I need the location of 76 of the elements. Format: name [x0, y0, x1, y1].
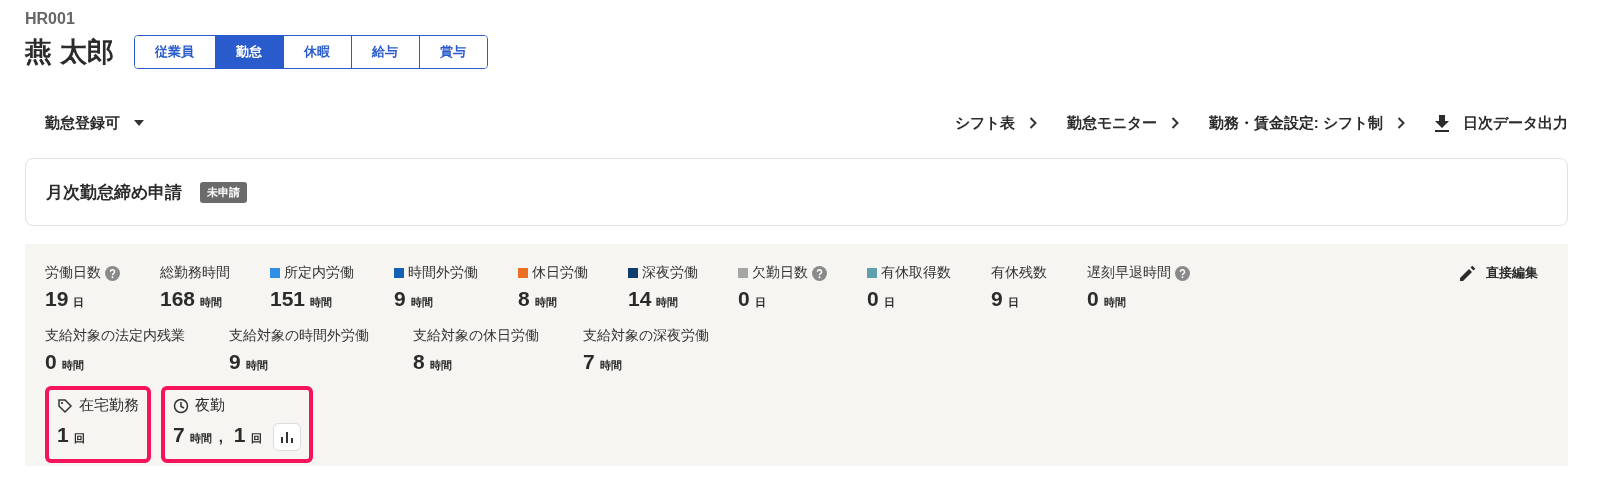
stat-unit: 時間 [189, 431, 212, 446]
stat-unit: 日 [73, 295, 85, 310]
nav-link[interactable]: 勤怠モニター [1066, 113, 1179, 133]
stat-label: 支給対象の休日労働 [413, 327, 539, 345]
stat-value: 8 [518, 287, 530, 311]
stat-value: 8 [413, 350, 425, 374]
edit-button[interactable]: 直接編集 [1460, 264, 1538, 282]
stat-unit: 時間 [245, 358, 268, 373]
help-icon[interactable] [105, 265, 120, 281]
chevron-right-icon [1028, 117, 1037, 129]
tab[interactable]: 勤怠 [214, 36, 283, 68]
bar-chart-icon [280, 431, 293, 443]
stat-unit: 時間 [656, 295, 679, 310]
tag-icon [57, 397, 73, 414]
stat-unit: 回 [73, 431, 85, 446]
stat-value: 19 [45, 287, 69, 311]
employee-code: HR001 [25, 10, 76, 28]
stat-value: 1 [233, 423, 246, 447]
help-icon[interactable] [1175, 265, 1190, 281]
stat-label: 総勤務時間 [160, 264, 230, 282]
stat-unit: 時間 [410, 295, 433, 310]
nav-link[interactable]: 勤務・賃金設定: シフト制 [1208, 113, 1405, 133]
stat-unit: 時間 [310, 295, 333, 310]
stat-label: 支給対象の深夜労働 [583, 327, 709, 345]
download-button[interactable]: 日次データ出力 [1435, 113, 1568, 133]
stat-value: 0 [1087, 287, 1099, 311]
chevron-right-icon [1170, 117, 1179, 129]
stat-unit: 時間 [429, 358, 452, 373]
stat-unit: 日 [1007, 295, 1019, 310]
stat-value: 7 [173, 423, 185, 447]
stat-value: 9 [229, 350, 241, 374]
stat-unit: 日 [754, 295, 766, 310]
chart-button[interactable] [272, 423, 301, 451]
stat-unit: 時間 [61, 358, 84, 373]
stat-label: 休日労働 [532, 264, 588, 282]
chevron-right-icon [1397, 117, 1405, 129]
stat-value: 1 [57, 423, 69, 447]
pencil-icon [1460, 265, 1476, 281]
stat-label: 有休残数 [991, 264, 1047, 282]
stat-value: 151 [270, 287, 306, 311]
stat-label: 時間外労働 [408, 264, 478, 282]
caret-down-icon [134, 120, 144, 126]
employee-name: 燕 太郎 [25, 36, 114, 69]
status-dropdown[interactable]: 勤怠登録可 [45, 113, 144, 133]
tab[interactable]: 賞与 [418, 36, 487, 68]
nav-link[interactable]: シフト表 [954, 113, 1037, 133]
stat-label: 欠勤日数 [752, 264, 808, 282]
stat-unit: 回 [250, 431, 262, 446]
stat-label: 有休取得数 [881, 264, 951, 282]
separator: , [218, 428, 223, 445]
stat-value: 14 [628, 287, 652, 311]
stat-unit: 時間 [599, 358, 622, 373]
clock-icon [173, 397, 189, 414]
stat-label: 遅刻早退時間 [1087, 264, 1171, 282]
stat-value: 168 [160, 287, 196, 311]
help-icon[interactable] [812, 265, 827, 281]
stat-unit: 時間 [534, 295, 557, 310]
stat-label: 支給対象の法定内残業 [45, 327, 185, 345]
stat-unit: 時間 [200, 295, 223, 310]
stat-value: 0 [867, 287, 879, 311]
download-icon [1435, 114, 1449, 132]
stat-label: 深夜労働 [642, 264, 698, 282]
stat-unit: 日 [883, 295, 895, 310]
stat-unit: 時間 [1103, 295, 1126, 310]
status-badge: 未申請 [200, 181, 247, 203]
custom-label: 在宅勤務 [79, 396, 139, 415]
stat-label: 所定内労働 [284, 264, 354, 282]
stat-value: 0 [45, 350, 57, 374]
stat-label: 支給対象の時間外労働 [229, 327, 369, 345]
custom-label: 夜勤 [195, 396, 225, 415]
stat-label: 労働日数 [45, 264, 101, 282]
stat-value: 9 [991, 287, 1003, 311]
stat-value: 9 [394, 287, 406, 311]
card-title: 月次勤怠締め申請 [46, 181, 182, 204]
stat-value: 0 [738, 287, 750, 311]
stat-value: 7 [583, 350, 595, 374]
